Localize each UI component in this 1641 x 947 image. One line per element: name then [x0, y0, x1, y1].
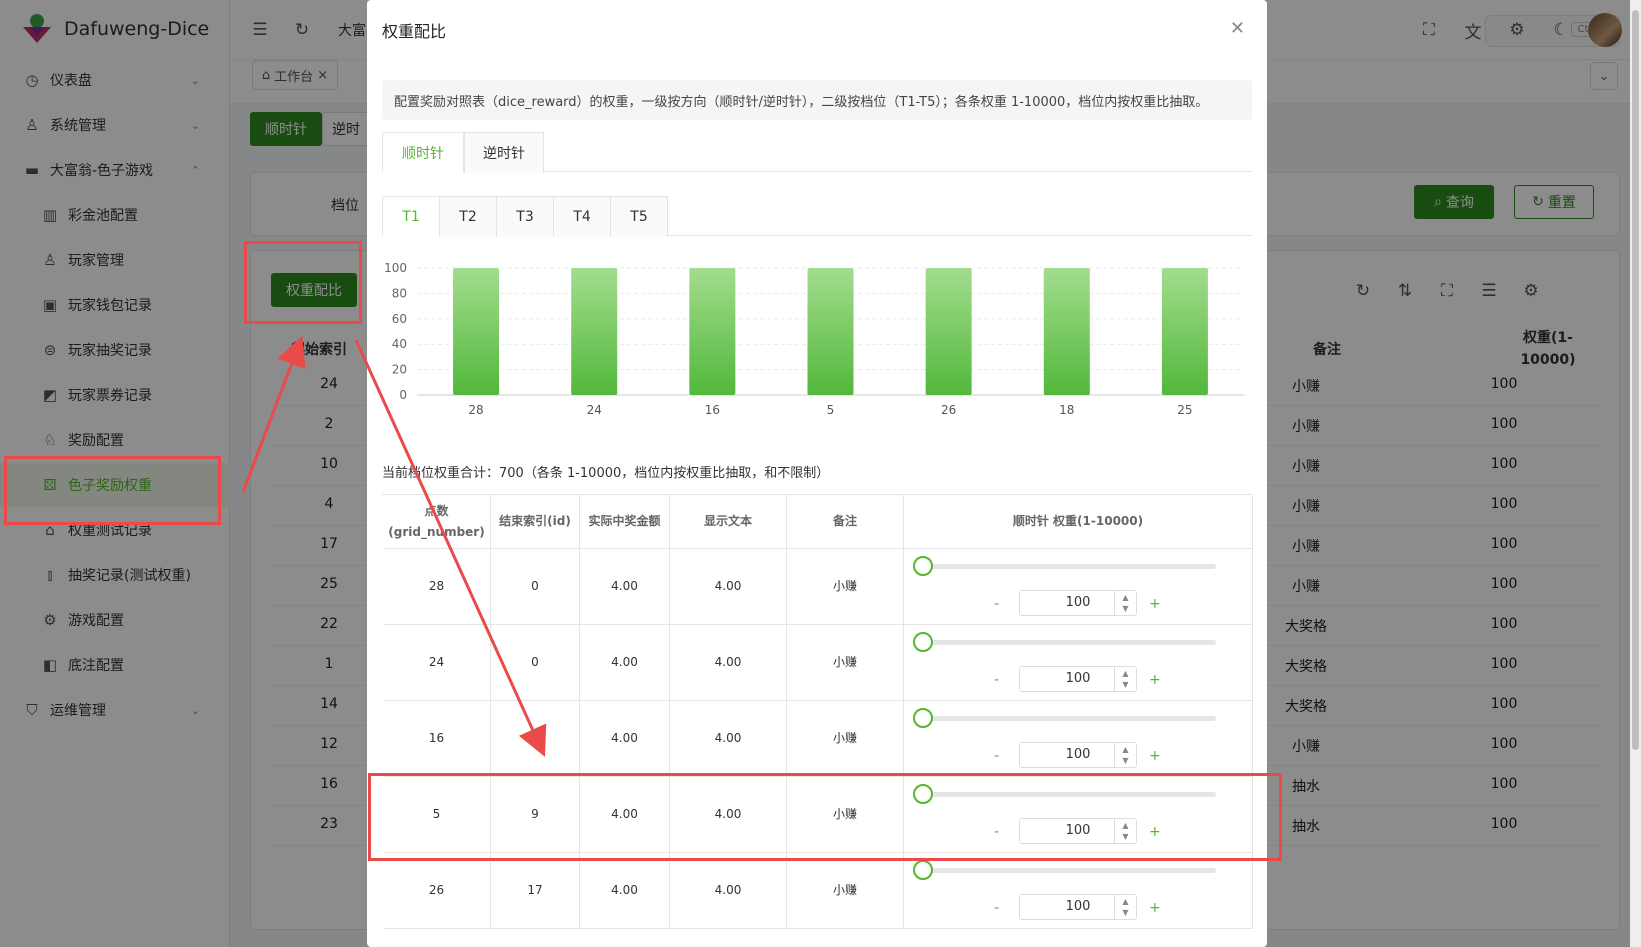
arrow-button-to-row	[354, 339, 547, 757]
annotation-arrows	[241, 335, 547, 757]
scrollbar-thumb[interactable]	[1632, 10, 1639, 750]
arrow-sidebar-to-button	[241, 335, 306, 493]
page-scrollbar[interactable]	[1630, 0, 1641, 947]
